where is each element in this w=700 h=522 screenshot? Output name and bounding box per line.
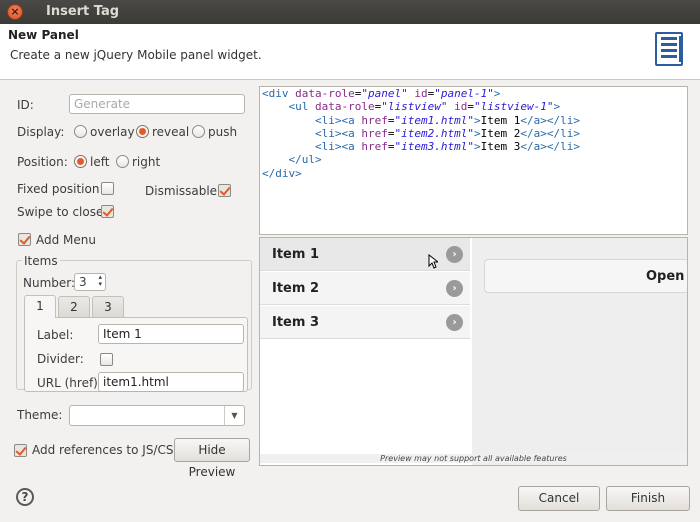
item-label-label: Label:: [37, 328, 74, 342]
mouse-pointer-icon: [428, 254, 438, 269]
swipe-to-close-checkbox[interactable]: [101, 205, 114, 218]
code-line: <li><a href="item3.html">Item 3</a></li>: [314, 140, 580, 154]
code-line: <ul data-role="listview" id="listview-1"…: [288, 100, 561, 114]
add-references-label: Add references to JS/CSS: [32, 443, 182, 457]
fixed-position-checkbox[interactable]: [101, 182, 114, 195]
number-label: Number:: [23, 276, 76, 290]
preview-item-label: Item 3: [272, 315, 319, 330]
item-label-input[interactable]: Item 1: [98, 324, 244, 344]
tab-item-3[interactable]: 3: [92, 296, 124, 318]
position-right-radio[interactable]: [116, 155, 129, 168]
dismissable-label: Dismissable:: [145, 184, 222, 198]
swipe-to-close-label: Swipe to close:: [17, 205, 108, 219]
number-stepper[interactable]: 3 ▴ ▾: [74, 273, 106, 291]
code-preview[interactable]: <div data-role="panel" id="panel-1"> <ul…: [259, 86, 688, 235]
stepper-arrows-icon[interactable]: ▴ ▾: [98, 274, 102, 288]
divider-checkbox[interactable]: [100, 353, 113, 366]
code-line: </div>: [262, 166, 302, 180]
preview-note: Preview may not support all available fe…: [260, 454, 687, 463]
fixed-position-label: Fixed position:: [17, 182, 104, 196]
code-line: <div data-role="panel" id="panel-1">: [262, 87, 501, 100]
display-push-label: push: [208, 125, 238, 139]
id-label: ID:: [17, 98, 34, 112]
position-right-label: right: [132, 155, 161, 169]
preview-list-item[interactable]: Item 3 ›: [260, 306, 470, 339]
preview-item-label: Item 2: [272, 281, 319, 296]
preview-open-button[interactable]: Open: [484, 259, 687, 293]
code-line: <li><a href="item1.html">Item 1</a></li>: [314, 113, 580, 127]
position-left-radio[interactable]: [74, 155, 87, 168]
display-label: Display:: [17, 125, 65, 139]
display-reveal-label: reveal: [152, 125, 190, 139]
wizard-header: New Panel Create a new jQuery Mobile pan…: [0, 24, 700, 80]
finish-button[interactable]: Finish: [606, 486, 690, 511]
panel-options-form: ID: Generate Display: overlay reveal pus…: [8, 86, 254, 479]
theme-select[interactable]: ▼: [69, 405, 245, 426]
id-input[interactable]: Generate: [69, 94, 245, 114]
tab-item-content: Label: Item 1 Divider: URL (href): item1…: [24, 317, 248, 392]
preview-open-label: Open: [646, 269, 685, 284]
dismissable-checkbox[interactable]: [218, 184, 231, 197]
help-icon[interactable]: ?: [16, 488, 34, 506]
cancel-button[interactable]: Cancel: [518, 486, 600, 511]
hide-preview-button[interactable]: Hide Preview: [174, 438, 250, 479]
arrow-right-icon: ›: [446, 314, 463, 331]
code-line: <li><a href="item2.html">Item 2</a></li>: [314, 126, 580, 140]
preview-item-label: Item 1: [272, 247, 319, 262]
add-menu-checkbox[interactable]: [18, 233, 31, 246]
position-label: Position:: [17, 155, 68, 169]
window-title: Insert Tag: [46, 4, 120, 19]
theme-label: Theme:: [17, 408, 63, 422]
arrow-right-icon: ›: [446, 246, 463, 263]
position-left-label: left: [90, 155, 110, 169]
display-overlay-radio[interactable]: [74, 125, 87, 138]
code-line: </ul>: [288, 153, 322, 167]
items-group-label: Items: [22, 254, 60, 268]
display-push-radio[interactable]: [192, 125, 205, 138]
preview-list-item[interactable]: Item 1 ›: [260, 238, 470, 271]
preview-list-item[interactable]: Item 2 ›: [260, 272, 470, 305]
display-reveal-radio[interactable]: [136, 125, 149, 138]
close-window-icon[interactable]: ×: [7, 4, 23, 20]
add-references-checkbox[interactable]: [14, 444, 27, 457]
page-title: New Panel: [8, 28, 79, 42]
divider-label: Divider:: [37, 352, 84, 366]
panel-wizard-icon: [655, 32, 683, 66]
title-bar: × Insert Tag: [0, 0, 700, 24]
url-input[interactable]: item1.html: [98, 372, 244, 392]
url-label: URL (href):: [37, 376, 102, 390]
widget-preview: Item 1 › Item 2 › Item 3 › Open Preview …: [259, 237, 688, 466]
preview-panel: Item 1 › Item 2 › Item 3 ›: [260, 238, 472, 465]
tab-item-2[interactable]: 2: [58, 296, 90, 318]
page-description: Create a new jQuery Mobile panel widget.: [10, 48, 262, 62]
add-menu-label: Add Menu: [36, 233, 96, 247]
items-group: Items Number: 3 ▴ ▾ 1 2 3 Label: Item 1 D…: [16, 254, 252, 392]
number-value: 3: [79, 275, 87, 289]
tab-item-1[interactable]: 1: [24, 295, 56, 318]
chevron-down-icon[interactable]: ▼: [224, 406, 244, 425]
display-overlay-label: overlay: [90, 125, 135, 139]
arrow-right-icon: ›: [446, 280, 463, 297]
